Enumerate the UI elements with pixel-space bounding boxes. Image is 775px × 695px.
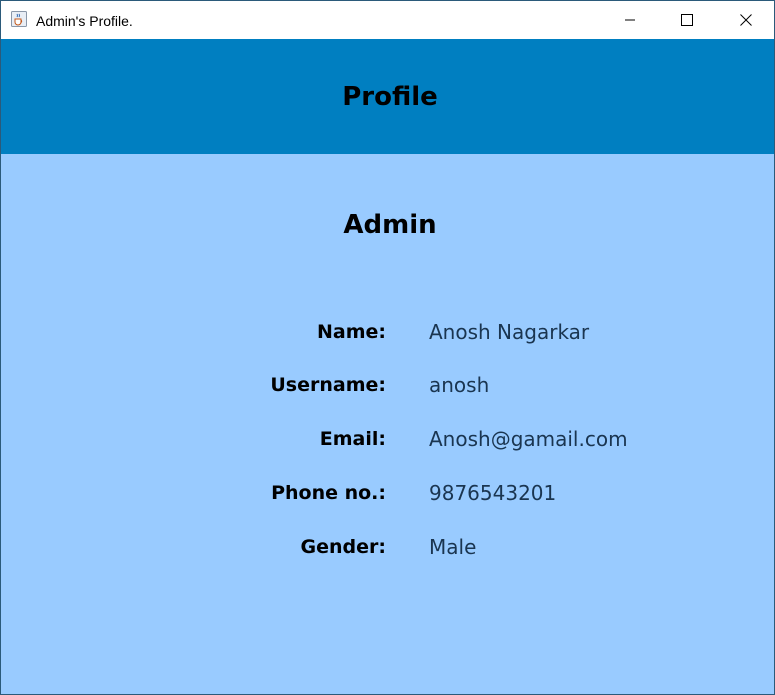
minimize-icon xyxy=(624,19,635,21)
close-icon xyxy=(739,14,752,26)
gender-label: Gender: xyxy=(300,536,386,558)
profile-row-username: Username: anosh xyxy=(1,370,774,400)
title-bar[interactable]: Admin's Profile. xyxy=(1,1,774,39)
email-value: Anosh@gamail.com xyxy=(429,427,628,451)
username-value: anosh xyxy=(429,373,490,397)
profile-window: Admin's Profile. Profile Admin Name: Ano… xyxy=(0,0,775,695)
close-button[interactable] xyxy=(717,1,774,39)
gender-value: Male xyxy=(429,535,477,559)
maximize-icon xyxy=(680,14,693,26)
profile-row-name: Name: Anosh Nagarkar xyxy=(1,317,774,347)
phone-label: Phone no.: xyxy=(271,482,386,504)
username-label: Username: xyxy=(270,374,386,396)
profile-row-phone: Phone no.: 9876543201 xyxy=(1,478,774,508)
page-title: Profile xyxy=(342,82,438,112)
role-heading: Admin xyxy=(343,210,437,240)
name-label: Name: xyxy=(316,321,386,343)
window-title: Admin's Profile. xyxy=(36,13,133,29)
maximize-button[interactable] xyxy=(658,1,715,39)
email-label: Email: xyxy=(319,428,386,450)
header-banner: Profile xyxy=(1,39,774,154)
name-value: Anosh Nagarkar xyxy=(429,320,590,344)
profile-row-email: Email: Anosh@gamail.com xyxy=(1,424,774,454)
phone-value: 9876543201 xyxy=(429,481,557,505)
profile-row-gender: Gender: Male xyxy=(1,532,774,562)
java-cup-icon xyxy=(11,11,27,27)
minimize-button[interactable] xyxy=(601,1,658,39)
